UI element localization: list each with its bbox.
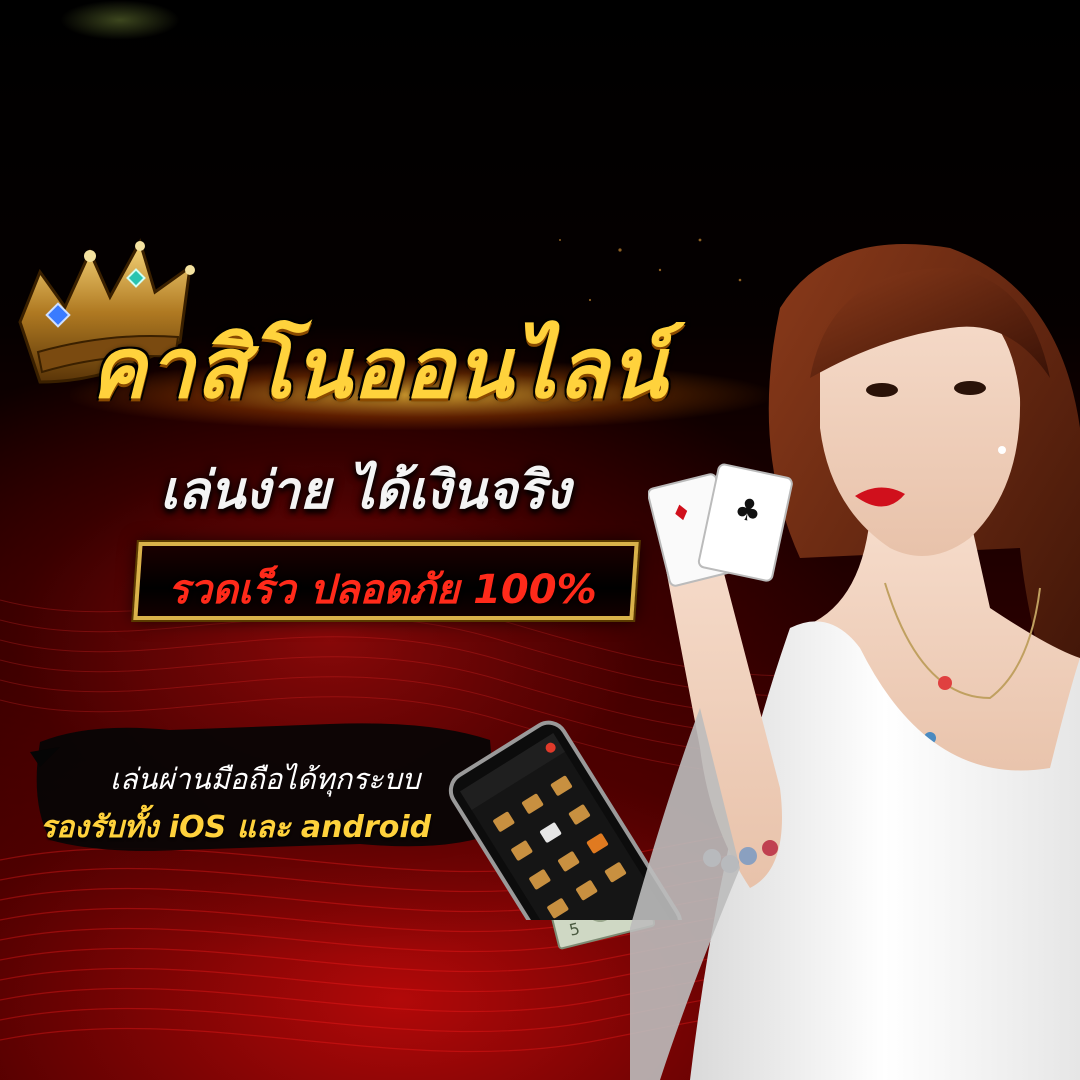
casino-banner: คาสิโนออนไลน์ เล่นง่าย ได้เงินจริง รวดเร…: [0, 0, 1080, 1080]
model-photo: [630, 244, 1080, 1080]
light-flare: [60, 0, 180, 40]
badge-text: รวดเร็ว ปลอดภัย 100%: [168, 567, 597, 613]
playing-cards-icon: ♦ ♣: [648, 463, 793, 587]
